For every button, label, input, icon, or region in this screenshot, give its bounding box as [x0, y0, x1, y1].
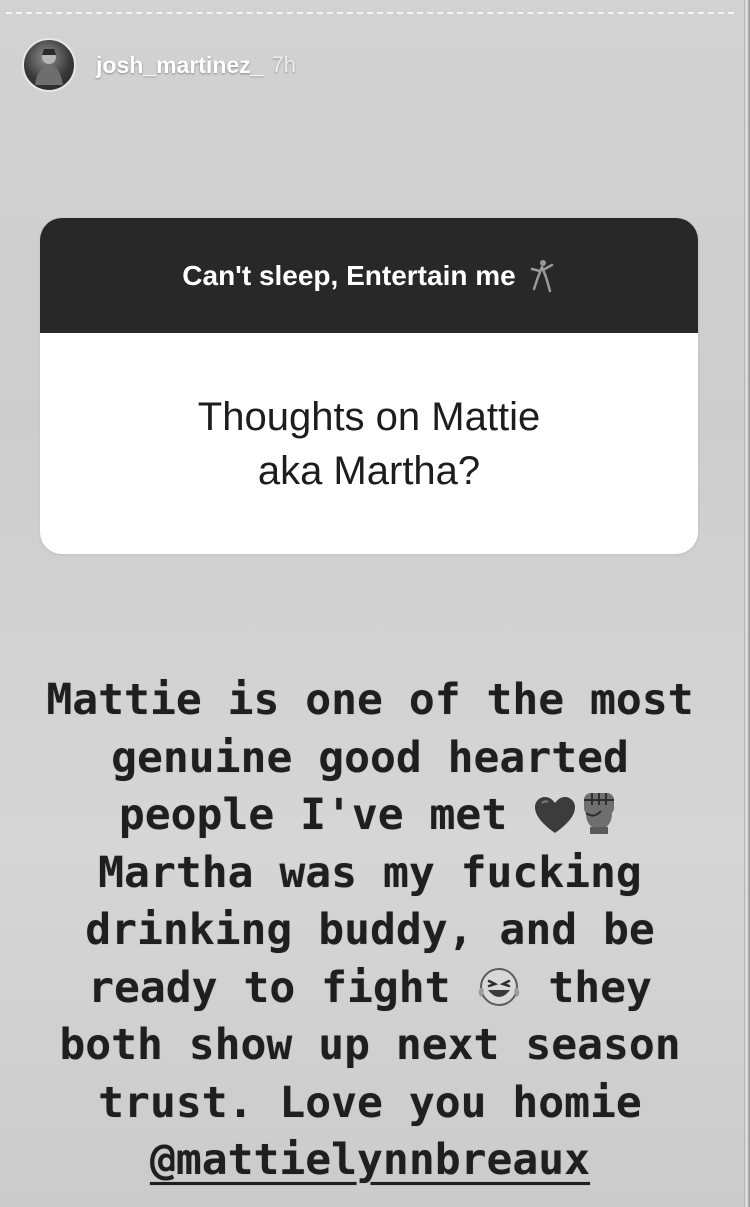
reply-line-9: @mattielynnbreaux — [0, 1132, 744, 1190]
mention-link[interactable]: @mattielynnbreaux — [150, 1135, 590, 1185]
reply-line-2: genuine good hearted — [111, 732, 629, 783]
question-line-2: aka Martha? — [257, 448, 481, 493]
reply-line-1: Mattie is one of the most — [46, 675, 694, 725]
raised-fist-icon — [577, 789, 621, 851]
question-text: Thoughts on Mattie aka Martha? — [139, 390, 599, 498]
avatar-photo-icon — [35, 49, 63, 85]
username[interactable]: josh_martinez_ — [96, 52, 263, 79]
reply-line-6: ready to fight they — [0, 960, 744, 1018]
question-prompt: Can't sleep, Entertain me — [182, 259, 516, 291]
avatar[interactable] — [22, 38, 76, 92]
reply-line-3: people I've met — [0, 787, 744, 845]
question-sticker-body: Thoughts on Mattie aka Martha? — [40, 333, 698, 554]
reply-line-6-text: ready to fight — [88, 962, 451, 1013]
reply-text: Mattie is one of the most genuine good h… — [0, 672, 744, 1190]
reply-line-8: trust. Love you homie — [98, 1077, 642, 1128]
story-progress-bar — [6, 12, 734, 14]
reply-line-5: drinking buddy, and be — [85, 905, 655, 955]
reply-line-6-end: they — [548, 962, 652, 1013]
timestamp: 7h — [271, 52, 296, 77]
question-sticker[interactable]: Can't sleep, Entertain me Thoughts on Ma… — [40, 218, 698, 554]
story-header: josh_martinez_ 7h — [22, 36, 296, 94]
dancer-icon — [528, 259, 556, 293]
reply-line-4: Martha was my fucking — [98, 847, 642, 898]
laughing-face-icon — [476, 966, 522, 1024]
question-line-1: Thoughts on Mattie — [197, 394, 541, 439]
question-sticker-header: Can't sleep, Entertain me — [40, 218, 698, 333]
reply-line-3-text: people I've met — [118, 790, 508, 840]
reply-line-7: both show up next season — [59, 1020, 681, 1070]
heart-icon — [533, 793, 577, 851]
story-edge-divider — [744, 0, 750, 1207]
story-canvas[interactable]: josh_martinez_ 7h Can't sleep, Entertain… — [0, 0, 744, 1207]
